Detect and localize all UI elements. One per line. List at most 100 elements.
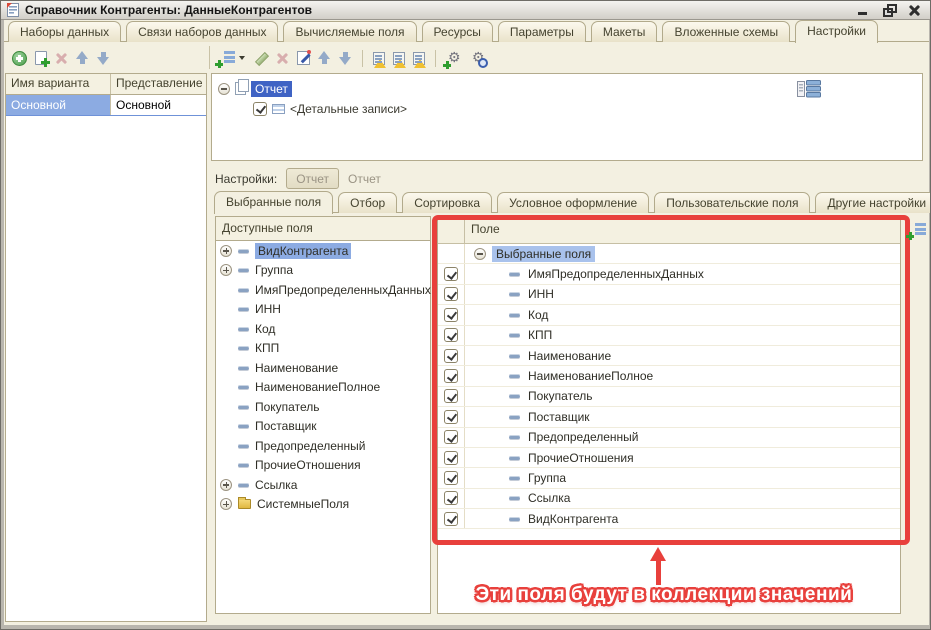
checkbox-checked-icon[interactable] bbox=[444, 287, 458, 301]
checkbox-checked-icon[interactable] bbox=[444, 451, 458, 465]
add-dropdown-icon[interactable] bbox=[239, 56, 245, 60]
field-label[interactable]: Поставщик bbox=[528, 410, 590, 424]
selected-field-row[interactable]: ПрочиеОтношения bbox=[438, 448, 900, 468]
selected-field-row[interactable]: ИмяПредопределенныхДанных bbox=[438, 264, 900, 284]
tab-sorting[interactable]: Сортировка bbox=[402, 192, 492, 213]
close-icon[interactable] bbox=[908, 4, 921, 17]
selected-field-row[interactable]: Ссылка bbox=[438, 489, 900, 509]
field-label[interactable]: ВидКонтрагента bbox=[528, 512, 618, 526]
available-field-row[interactable]: СистемныеПоля bbox=[216, 495, 430, 515]
add-item-button[interactable] bbox=[218, 51, 235, 65]
move-item-up-button[interactable] bbox=[318, 51, 331, 65]
tab-selected-fields[interactable]: Выбранные поля bbox=[214, 191, 333, 214]
tree-child-label[interactable]: <Детальные записи> bbox=[290, 102, 407, 116]
selected-field-row[interactable]: Код bbox=[438, 305, 900, 325]
field-label[interactable]: ПрочиеОтношения bbox=[528, 451, 634, 465]
open-settings-button[interactable] bbox=[373, 52, 385, 65]
collapse-icon[interactable] bbox=[474, 248, 486, 260]
available-field-row[interactable]: КПП bbox=[216, 339, 430, 359]
field-label[interactable]: Группа bbox=[528, 471, 566, 485]
variant-name-cell[interactable]: Основной bbox=[6, 95, 111, 115]
checkbox-checked-icon[interactable] bbox=[444, 267, 458, 281]
group-label[interactable]: Выбранные поля bbox=[492, 246, 595, 262]
field-label[interactable]: КПП bbox=[528, 328, 552, 342]
tree-root-row[interactable]: Отчет bbox=[218, 80, 292, 97]
tab-templates[interactable]: Макеты bbox=[591, 21, 658, 42]
add-variant-button[interactable] bbox=[12, 51, 27, 66]
field-label[interactable]: Группа bbox=[255, 263, 293, 277]
tab-settings[interactable]: Настройки bbox=[795, 20, 878, 43]
field-label[interactable]: ИНН bbox=[255, 302, 281, 316]
field-label[interactable]: Покупатель bbox=[255, 400, 319, 414]
move-down-button[interactable] bbox=[97, 51, 110, 65]
tab-parameters[interactable]: Параметры bbox=[498, 21, 586, 42]
field-label[interactable]: Покупатель bbox=[528, 389, 592, 403]
default-settings-button[interactable] bbox=[446, 50, 462, 66]
available-field-row[interactable]: Код bbox=[216, 319, 430, 339]
checkbox-checked-icon[interactable] bbox=[444, 430, 458, 444]
column-header-name[interactable]: Имя варианта bbox=[6, 74, 111, 94]
tab-nested-schemas[interactable]: Вложенные схемы bbox=[662, 21, 790, 42]
available-field-row[interactable]: Предопределенный bbox=[216, 436, 430, 456]
field-label[interactable]: КПП bbox=[255, 341, 279, 355]
selected-field-row[interactable]: Наименование bbox=[438, 346, 900, 366]
available-field-row[interactable]: ИНН bbox=[216, 300, 430, 320]
restore-icon[interactable] bbox=[882, 4, 895, 17]
selected-field-row[interactable]: Предопределенный bbox=[438, 428, 900, 448]
collapse-icon[interactable] bbox=[218, 83, 230, 95]
variant-presentation-cell[interactable]: Основной bbox=[111, 95, 206, 115]
titlebar[interactable]: Справочник Контрагенты: ДанныеКонтрагент… bbox=[1, 1, 930, 20]
checkbox-checked-icon[interactable] bbox=[253, 102, 267, 116]
field-label[interactable]: НаименованиеПолное bbox=[255, 380, 380, 394]
copy-variant-button[interactable] bbox=[35, 51, 47, 65]
column-header-presentation[interactable]: Представление bbox=[111, 74, 206, 94]
field-label[interactable]: Наименование bbox=[528, 349, 611, 363]
field-label[interactable]: Наименование bbox=[255, 361, 338, 375]
available-field-row[interactable]: НаименованиеПолное bbox=[216, 378, 430, 398]
field-label[interactable]: Поставщик bbox=[255, 419, 317, 433]
expand-icon[interactable] bbox=[220, 245, 232, 257]
selected-field-row[interactable]: ВидКонтрагента bbox=[438, 509, 900, 529]
selected-fields-group-row[interactable]: Выбранные поля bbox=[438, 244, 900, 264]
checkbox-checked-icon[interactable] bbox=[444, 389, 458, 403]
available-field-row[interactable]: ПрочиеОтношения bbox=[216, 456, 430, 476]
available-field-row[interactable]: Покупатель bbox=[216, 397, 430, 417]
field-label[interactable]: ПрочиеОтношения bbox=[255, 458, 361, 472]
delete-variant-button[interactable] bbox=[55, 52, 68, 65]
checkbox-checked-icon[interactable] bbox=[444, 512, 458, 526]
selected-field-row[interactable]: ИНН bbox=[438, 285, 900, 305]
selected-field-row[interactable]: Группа bbox=[438, 468, 900, 488]
move-up-button[interactable] bbox=[76, 51, 89, 65]
field-label[interactable]: Предопределенный bbox=[528, 430, 639, 444]
field-label[interactable]: Код bbox=[255, 322, 275, 336]
selected-field-row[interactable]: КПП bbox=[438, 326, 900, 346]
add-field-button[interactable] bbox=[909, 223, 926, 237]
checkbox-checked-icon[interactable] bbox=[444, 471, 458, 485]
field-label[interactable]: Ссылка bbox=[528, 491, 570, 505]
available-field-row[interactable]: ВидКонтрагента bbox=[216, 241, 430, 261]
tab-user-fields[interactable]: Пользовательские поля bbox=[654, 192, 810, 213]
delete-item-button[interactable] bbox=[276, 52, 289, 65]
tab-data-set-links[interactable]: Связи наборов данных bbox=[126, 21, 278, 42]
available-field-row[interactable]: Ссылка bbox=[216, 475, 430, 495]
tree-root-label[interactable]: Отчет bbox=[251, 81, 292, 97]
checkbox-checked-icon[interactable] bbox=[444, 491, 458, 505]
expand-icon[interactable] bbox=[220, 479, 232, 491]
variant-row[interactable]: Основной Основной bbox=[6, 95, 206, 116]
field-label[interactable]: Предопределенный bbox=[255, 439, 366, 453]
selected-field-row[interactable]: НаименованиеПолное bbox=[438, 366, 900, 386]
tab-other-settings[interactable]: Другие настройки bbox=[815, 192, 931, 213]
field-label[interactable]: ИмяПредопределенныхДанных bbox=[255, 283, 431, 297]
available-field-row[interactable]: ИмяПредопределенныхДанных bbox=[216, 280, 430, 300]
field-label[interactable]: ИНН bbox=[528, 287, 554, 301]
load-settings-button[interactable] bbox=[393, 52, 405, 65]
tab-calculated-fields[interactable]: Вычисляемые поля bbox=[283, 21, 416, 42]
tab-conditional-appearance[interactable]: Условное оформление bbox=[497, 192, 649, 213]
tab-data-sets[interactable]: Наборы данных bbox=[8, 21, 121, 42]
field-label[interactable]: Код bbox=[528, 308, 548, 322]
selected-field-row[interactable]: Поставщик bbox=[438, 407, 900, 427]
selected-field-row[interactable]: Покупатель bbox=[438, 387, 900, 407]
field-label[interactable]: НаименованиеПолное bbox=[528, 369, 653, 383]
field-label[interactable]: ИмяПредопределенныхДанных bbox=[528, 267, 704, 281]
checkbox-checked-icon[interactable] bbox=[444, 369, 458, 383]
